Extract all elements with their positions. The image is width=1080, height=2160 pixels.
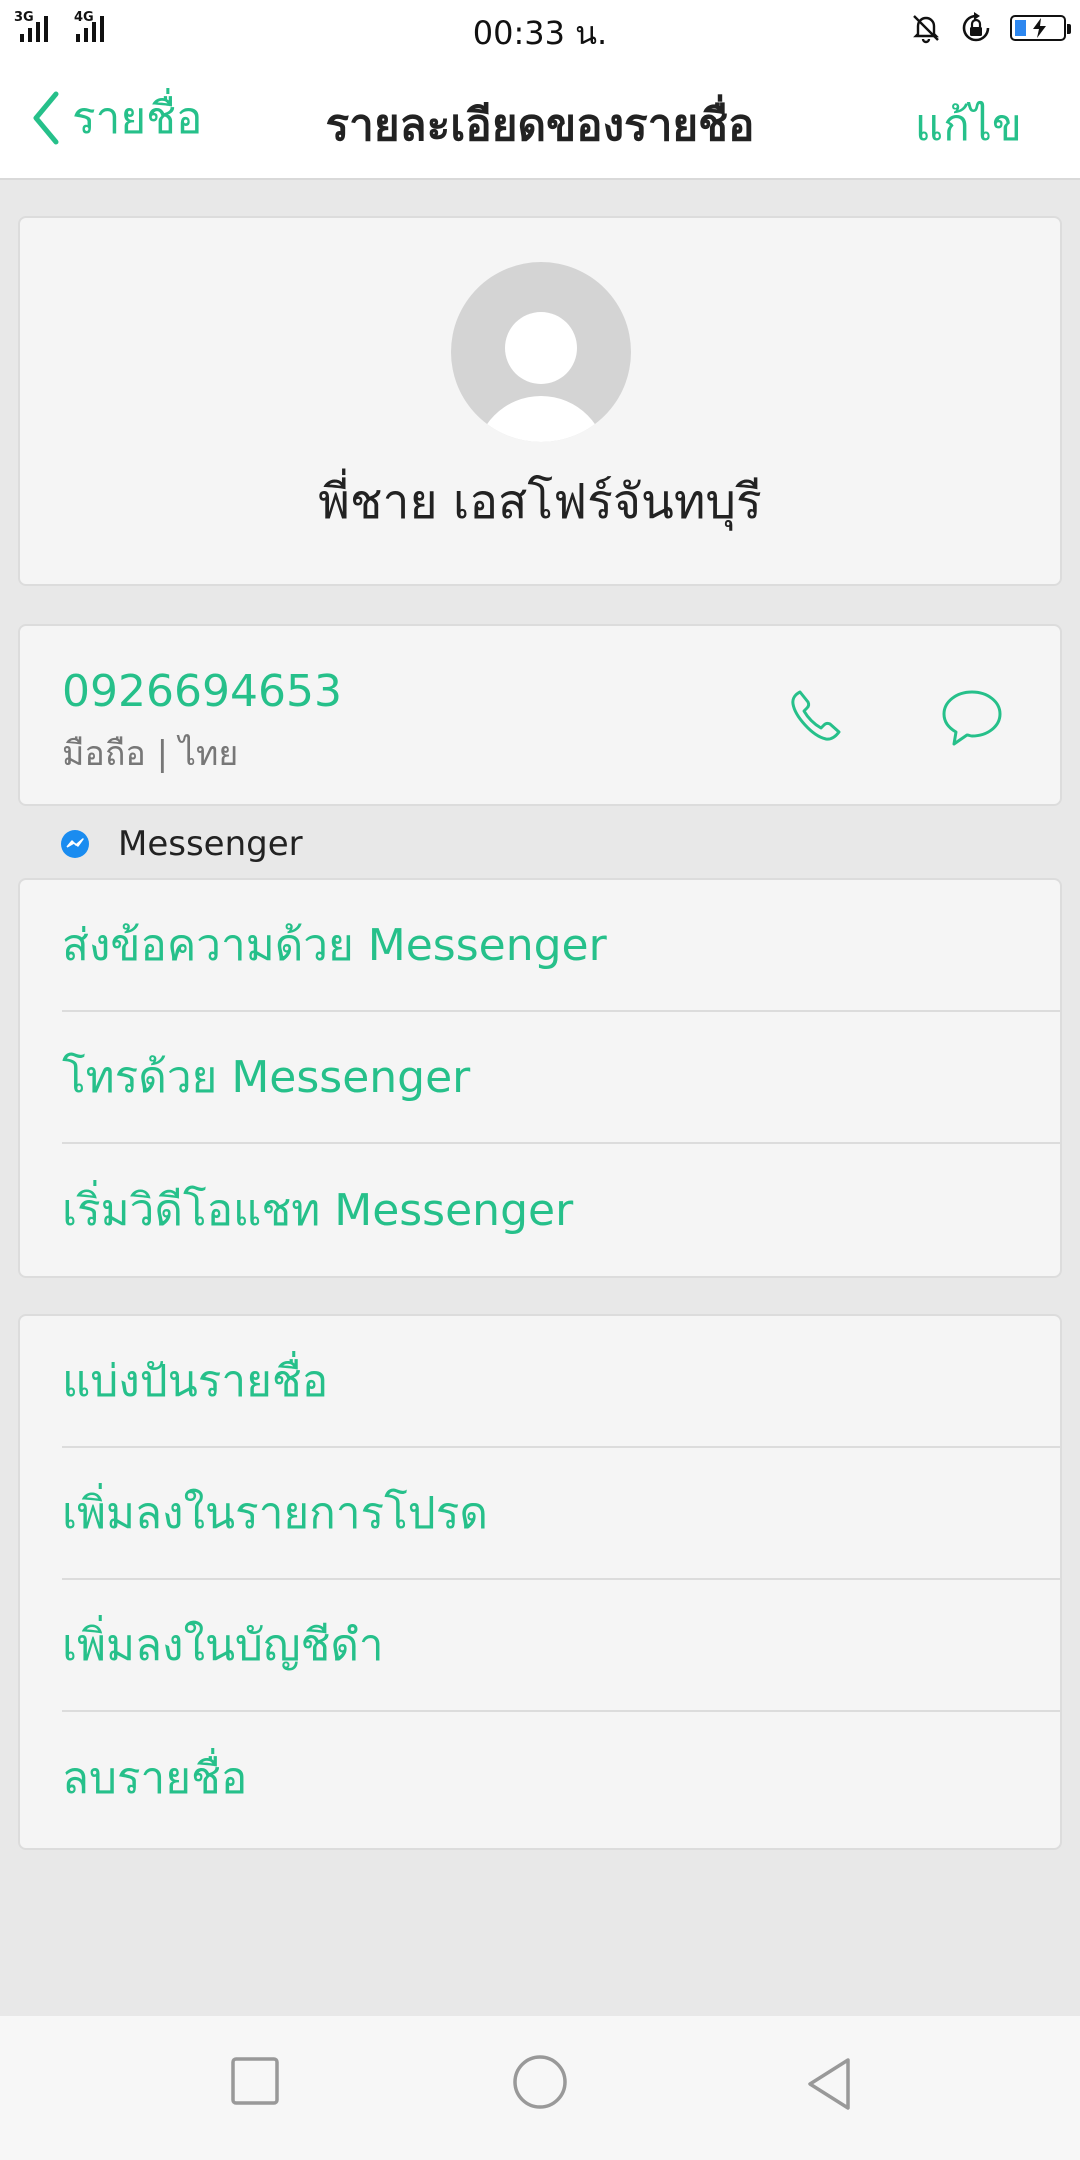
back-nav-button[interactable] [804, 2056, 854, 2112]
phone-card[interactable]: 0926694653 มือถือ | ไทย [18, 624, 1062, 806]
avatar-body [475, 396, 607, 442]
system-navigation-bar [0, 2016, 1080, 2160]
profile-card: พี่ชาย เอสโฟร์จันทบุรี [18, 216, 1062, 586]
messenger-section-header: Messenger [60, 822, 303, 866]
status-bar: 3G 4G 00:33 น. [0, 0, 1080, 56]
status-icons [910, 8, 1071, 48]
phone-number[interactable]: 0926694653 [62, 666, 342, 717]
action-label: เริ่มวิดีโอแชท Messenger [62, 1185, 574, 1236]
edit-button[interactable]: แก้ไข [915, 90, 1022, 160]
send-message-messenger-button[interactable]: ส่งข้อความด้วย Messenger [62, 880, 1060, 1012]
action-label: ส่งข้อความด้วย Messenger [62, 920, 607, 971]
navigation-bar: รายชื่อ รายละเอียดของรายชื่อ แก้ไข [0, 56, 1080, 180]
contact-name: พี่ชาย เอสโฟร์จันทบุรี [318, 474, 762, 530]
recent-apps-button[interactable] [230, 2056, 280, 2106]
action-label: แบ่งปันรายชื่อ [62, 1356, 329, 1407]
avatar[interactable] [451, 262, 631, 442]
action-label: โทรด้วย Messenger [62, 1052, 471, 1103]
action-label: เพิ่มลงในบัญชีดำ [62, 1620, 384, 1671]
home-button[interactable] [512, 2054, 568, 2110]
add-to-blacklist-button[interactable]: เพิ่มลงในบัญชีดำ [62, 1580, 1060, 1712]
messenger-section-label: Messenger [118, 824, 303, 864]
contact-actions-card: แบ่งปันรายชื่อ เพิ่มลงในรายการโปรด เพิ่ม… [18, 1314, 1062, 1850]
action-label: ลบรายชื่อ [62, 1753, 248, 1804]
messenger-actions-card: ส่งข้อความด้วย Messenger โทรด้วย Messeng… [18, 878, 1062, 1278]
phone-label: มือถือ | ไทย [62, 734, 239, 774]
phone-icon[interactable] [786, 686, 846, 746]
delete-contact-button[interactable]: ลบรายชื่อ [62, 1712, 1060, 1844]
messenger-icon [61, 830, 89, 858]
video-chat-messenger-button[interactable]: เริ่มวิดีโอแชท Messenger [62, 1144, 1060, 1276]
message-icon[interactable] [940, 686, 1004, 750]
avatar-head [505, 312, 577, 384]
mute-bell-icon [913, 15, 939, 44]
battery-charging-icon [1010, 15, 1071, 41]
share-contact-button[interactable]: แบ่งปันรายชื่อ [62, 1316, 1060, 1448]
action-label: เพิ่มลงในรายการโปรด [62, 1488, 488, 1539]
add-to-favorites-button[interactable]: เพิ่มลงในรายการโปรด [62, 1448, 1060, 1580]
call-messenger-button[interactable]: โทรด้วย Messenger [62, 1012, 1060, 1144]
rotation-lock-icon [962, 12, 990, 42]
charging-bolt-icon [1033, 18, 1046, 38]
